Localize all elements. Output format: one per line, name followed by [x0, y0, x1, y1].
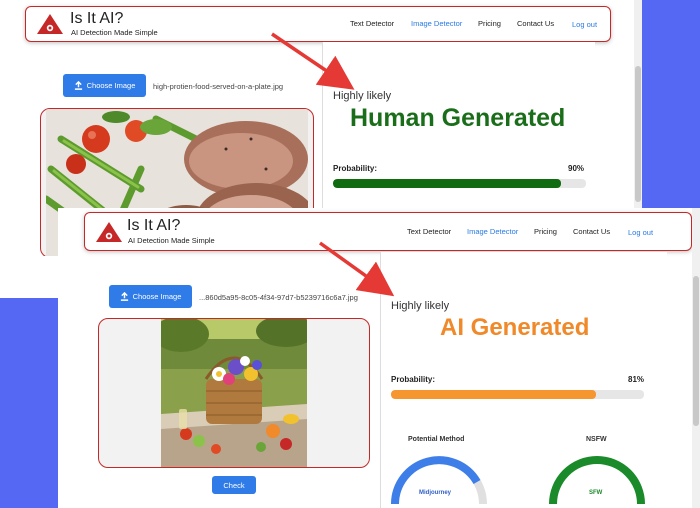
- nav-log-out[interactable]: Log out: [572, 20, 597, 29]
- potential-method-title: Potential Method: [408, 436, 465, 443]
- choose-image-button[interactable]: Choose Image: [63, 74, 146, 97]
- probability-bar-fill: [391, 390, 596, 399]
- nav-log-out[interactable]: Log out: [628, 228, 653, 237]
- nsfw-gauge: [549, 456, 645, 505]
- brand-subtitle: AI Detection Made Simple: [128, 236, 215, 245]
- filename-text: high-protien-food-served-on-a-plate.jpg: [153, 82, 284, 91]
- scrollbar-top[interactable]: [634, 0, 642, 210]
- probability-label: Probability:: [391, 375, 436, 384]
- logo-icon: [96, 222, 122, 242]
- method-gauge-label: Midjourney: [419, 490, 452, 496]
- brand-title: Is It AI?: [127, 217, 181, 234]
- nav-text-detector[interactable]: Text Detector: [350, 19, 394, 28]
- method-gauge: [391, 456, 487, 505]
- logo-icon: [37, 14, 63, 34]
- navbar: Is It AI? AI Detection Made Simple Text …: [84, 212, 692, 251]
- filename-text: ...860d5a95-8c05-4f34-97d7-b5239716c6a7.…: [199, 293, 358, 302]
- result-panel: Highly likely AI Generated Probability: …: [380, 252, 667, 508]
- probability-label: Probability:: [333, 164, 378, 173]
- check-button[interactable]: Check: [212, 476, 256, 494]
- brand-subtitle: AI Detection Made Simple: [71, 28, 158, 37]
- verdict-text: AI Generated: [440, 314, 590, 341]
- likelihood-label: Highly likely: [333, 90, 392, 102]
- upload-icon: [120, 292, 128, 301]
- probability-bar: [333, 179, 586, 188]
- verdict-text: Human Generated: [350, 104, 566, 132]
- likelihood-label: Highly likely: [391, 300, 450, 312]
- nav-image-detector[interactable]: Image Detector: [467, 227, 518, 236]
- probability-value: 81%: [628, 375, 645, 384]
- nsfw-title: NSFW: [586, 436, 607, 443]
- image-preview: [98, 318, 370, 468]
- probability-value: 90%: [568, 164, 585, 173]
- backdrop-right: [642, 0, 700, 208]
- scrollbar-thumb[interactable]: [635, 66, 641, 202]
- nsfw-gauge-label: SFW: [589, 490, 603, 496]
- brand-title: Is It AI?: [70, 10, 124, 27]
- nav-contact-us[interactable]: Contact Us: [573, 227, 610, 236]
- nav-image-detector[interactable]: Image Detector: [411, 19, 462, 28]
- backdrop-left: [0, 298, 58, 508]
- nav-pricing[interactable]: Pricing: [478, 19, 501, 28]
- upload-icon: [74, 81, 82, 90]
- nav-text-detector[interactable]: Text Detector: [407, 227, 451, 236]
- choose-image-label: Choose Image: [132, 292, 182, 301]
- probability-bar: [391, 390, 644, 399]
- scrollbar-bottom[interactable]: [692, 208, 700, 508]
- scrollbar-thumb[interactable]: [693, 276, 699, 426]
- picnic-basket-photo: [161, 319, 307, 467]
- nav-contact-us[interactable]: Contact Us: [517, 19, 554, 28]
- nav-pricing[interactable]: Pricing: [534, 227, 557, 236]
- choose-image-label: Choose Image: [86, 81, 136, 90]
- check-label: Check: [223, 480, 245, 490]
- navbar: Is It AI? AI Detection Made Simple Text …: [25, 6, 611, 42]
- probability-bar-fill: [333, 179, 561, 188]
- screenshot-ai: Is It AI? AI Detection Made Simple Text …: [58, 208, 700, 508]
- choose-image-button[interactable]: Choose Image: [109, 285, 192, 308]
